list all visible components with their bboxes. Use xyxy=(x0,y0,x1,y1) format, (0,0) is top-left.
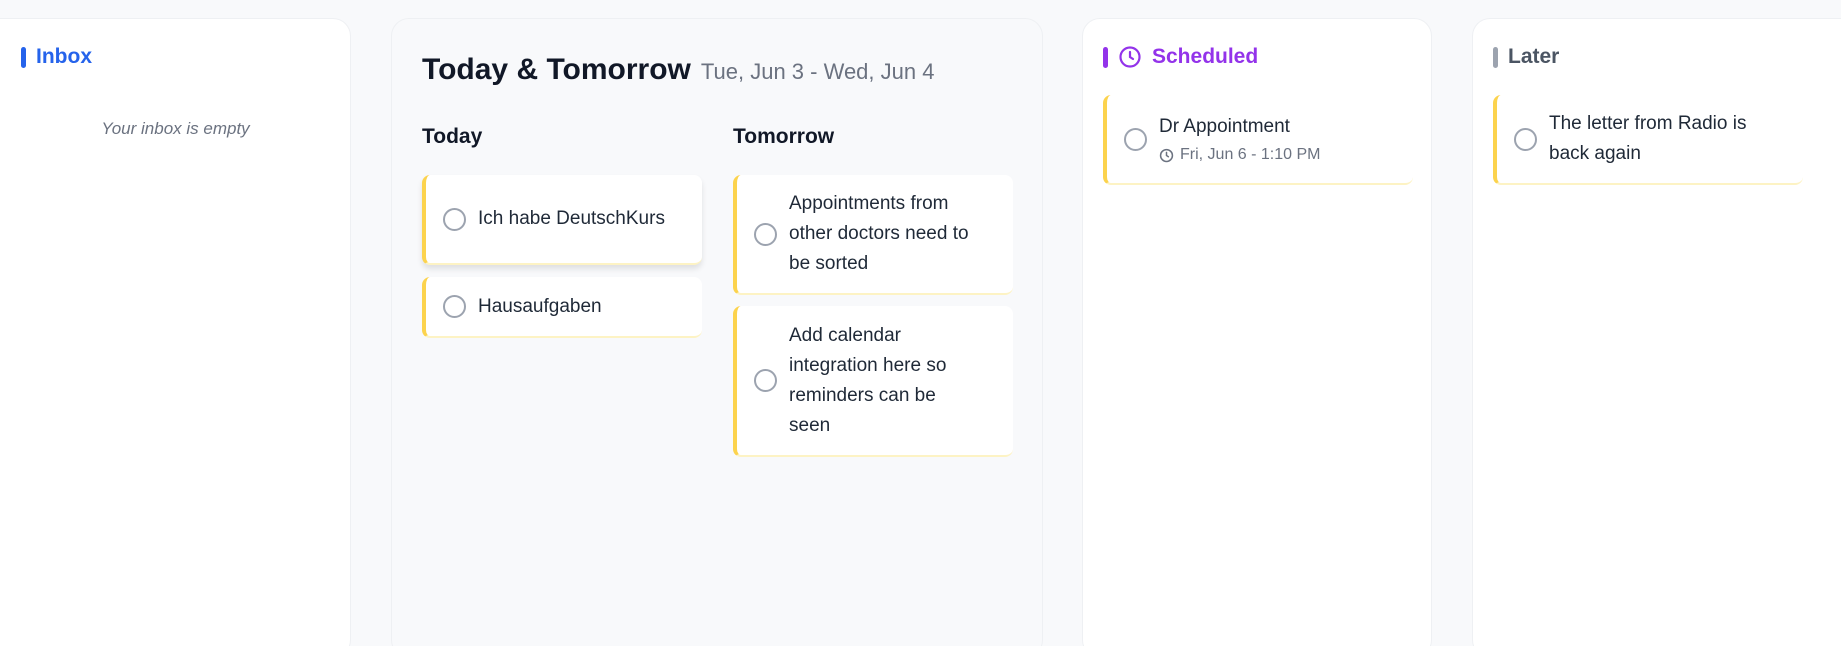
today-subheading: Today xyxy=(422,125,483,148)
later-title: Later xyxy=(1508,45,1560,68)
task-complete-checkbox[interactable] xyxy=(1514,127,1537,151)
scheduled-header: Scheduled xyxy=(1103,45,1258,69)
today-tomorrow-column: Today & Tomorrow Tue, Jun 3 - Wed, Jun 4… xyxy=(391,18,1043,646)
task-title: The letter from Radio is back again xyxy=(1549,113,1747,164)
later-accent-bar xyxy=(1493,46,1498,68)
task-card[interactable]: The letter from Radio is back again xyxy=(1493,95,1803,185)
today-tomorrow-title: Today & Tomorrow xyxy=(422,53,691,86)
date-range: Tue, Jun 3 - Wed, Jun 4 xyxy=(700,59,935,84)
scheduled-column: Scheduled Dr Appointment Fri, Jun 6 - 1:… xyxy=(1082,18,1432,646)
today-tomorrow-header: Today & Tomorrow Tue, Jun 3 - Wed, Jun 4 xyxy=(422,53,934,87)
task-complete-checkbox[interactable] xyxy=(443,295,466,318)
later-header: Later xyxy=(1493,45,1559,69)
task-title: Hausaufgaben xyxy=(478,295,602,317)
task-due-time: Fri, Jun 6 - 1:10 PM xyxy=(1159,144,1321,166)
task-title: Add calendar integration here so reminde… xyxy=(789,324,947,436)
task-due-time-text: Fri, Jun 6 - 1:10 PM xyxy=(1180,146,1321,163)
task-title: Ich habe DeutschKurs xyxy=(478,208,665,229)
task-complete-checkbox[interactable] xyxy=(754,222,777,246)
scheduled-accent-bar xyxy=(1103,46,1108,68)
tomorrow-subheading: Tomorrow xyxy=(733,125,835,148)
inbox-title: Inbox xyxy=(36,45,92,68)
task-card[interactable]: Ich habe DeutschKurs xyxy=(422,175,702,265)
task-card[interactable]: Appointments from other doctors need to … xyxy=(733,175,1013,295)
later-column: Later The letter from Radio is back agai… xyxy=(1472,18,1841,646)
task-title: Dr Appointment xyxy=(1159,116,1290,137)
inbox-header: Inbox xyxy=(21,45,92,69)
scheduled-title: Scheduled xyxy=(1152,45,1259,68)
inbox-empty-message: Your inbox is empty xyxy=(101,119,250,138)
task-card[interactable]: Dr Appointment Fri, Jun 6 - 1:10 PM xyxy=(1103,95,1413,185)
task-card[interactable]: Hausaufgaben xyxy=(422,277,702,338)
task-card[interactable]: Add calendar integration here so reminde… xyxy=(733,306,1013,457)
small-clock-icon xyxy=(1159,148,1174,163)
task-board: Inbox Your inbox is empty Today & Tomorr… xyxy=(0,0,1841,646)
inbox-accent-bar xyxy=(21,46,26,68)
clock-icon xyxy=(1118,45,1142,69)
task-complete-checkbox[interactable] xyxy=(754,369,777,392)
task-title: Appointments from other doctors need to … xyxy=(789,193,969,274)
task-complete-checkbox[interactable] xyxy=(443,207,466,231)
inbox-column: Inbox Your inbox is empty xyxy=(0,18,351,646)
task-complete-checkbox[interactable] xyxy=(1124,127,1147,151)
